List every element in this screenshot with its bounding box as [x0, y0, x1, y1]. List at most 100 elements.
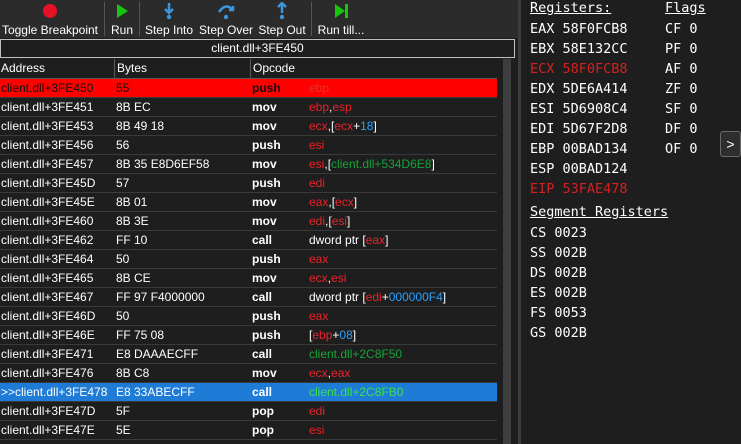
- table-row[interactable]: client.dll+3FE457 8B 35 E8D6EF58 mov esi,[c…: [0, 155, 497, 174]
- table-row[interactable]: client.dll+3FE46E FF 75 08 push [ebp+08]: [0, 326, 497, 345]
- table-row[interactable]: client.dll+3FE467 FF 97 F4000000 call dword…: [0, 288, 497, 307]
- flag-value[interactable]: ZF 0: [665, 81, 698, 97]
- row-opcode: mov: [252, 100, 277, 114]
- column-opcode[interactable]: Opcode: [253, 61, 295, 75]
- flag-value[interactable]: PF 0: [665, 41, 698, 57]
- table-row[interactable]: client.dll+3FE462 FF 10 call dword ptr [eax…: [0, 231, 497, 250]
- table-row[interactable]: client.dll+3FE450 55 push ebp: [0, 79, 497, 98]
- register-value[interactable]: ECX 58F0FCB8: [530, 61, 628, 77]
- register-value[interactable]: EAX 58F0FCB8: [530, 21, 628, 37]
- segment-register-value: SS 002B: [530, 245, 587, 261]
- operand-token: eax: [309, 195, 329, 209]
- registers-heading: Registers:: [530, 0, 612, 16]
- column-divider[interactable]: [114, 59, 115, 79]
- column-divider[interactable]: [250, 59, 251, 79]
- operand-token: 08: [339, 328, 353, 342]
- operand-token: 000000F4: [388, 290, 443, 304]
- row-opcode: mov: [252, 214, 277, 228]
- segment-register-value: ES 002B: [530, 285, 587, 301]
- table-row[interactable]: client.dll+3FE465 8B CE mov ecx,esi: [0, 269, 497, 288]
- operand-token: ecx: [309, 366, 328, 380]
- row-bytes: 57: [116, 176, 130, 190]
- row-opcode: mov: [252, 271, 277, 285]
- run-button[interactable]: Run: [108, 0, 136, 38]
- row-operands: ecx,esi: [309, 271, 346, 285]
- register-value[interactable]: EDX 5DE6A414: [530, 81, 628, 97]
- operand-token: ecx: [334, 119, 354, 133]
- disassembly-scrollbar[interactable]: [500, 59, 514, 444]
- row-address: client.dll+3FE45D: [1, 176, 96, 190]
- toggle-breakpoint-button[interactable]: Toggle Breakpoint: [0, 0, 100, 38]
- segment-registers-heading: Segment Registers: [530, 204, 669, 220]
- toolbar-separator: [311, 2, 312, 36]
- table-row[interactable]: client.dll+3FE453 8B 49 18 mov ecx,[ecx+18]: [0, 117, 497, 136]
- table-row[interactable]: client.dll+3FE456 56 push esi: [0, 136, 497, 155]
- operand-token: esi: [309, 157, 325, 171]
- scrollbar-thumb[interactable]: [503, 59, 511, 444]
- row-operands: client.dll+2C8FB0: [309, 385, 403, 399]
- column-address[interactable]: Address: [1, 61, 45, 75]
- flag-value[interactable]: AF 0: [665, 61, 698, 77]
- row-operands: dword ptr [eax]: [309, 233, 388, 247]
- operand-token: client.dll+2C8F50: [309, 347, 403, 361]
- row-address: client.dll+3FE47D: [1, 404, 96, 418]
- row-address: client.dll+3FE46D: [1, 309, 96, 323]
- step-into-button[interactable]: Step Into: [143, 0, 195, 38]
- row-opcode: mov: [252, 157, 277, 171]
- operand-token: eax: [309, 309, 329, 323]
- register-value[interactable]: EDI 5D67F2D8: [530, 121, 628, 137]
- row-operands: eax: [309, 252, 328, 266]
- table-row[interactable]: client.dll+3FE476 8B C8 mov ecx,eax: [0, 364, 497, 383]
- row-address: client.dll+3FE462: [1, 233, 94, 247]
- table-row[interactable]: client.dll+3FE460 8B 3E mov edi,[esi]: [0, 212, 497, 231]
- step-out-button[interactable]: Step Out: [257, 0, 307, 38]
- row-bytes: 5E: [116, 423, 131, 437]
- table-row[interactable]: client.dll+3FE45E 8B 01 mov eax,[ecx]: [0, 193, 497, 212]
- column-bytes[interactable]: Bytes: [117, 61, 147, 75]
- step-into-label: Step Into: [144, 23, 194, 37]
- register-value[interactable]: EIP 53FAE478: [530, 181, 628, 197]
- step-over-button[interactable]: Step Over: [198, 0, 254, 38]
- operand-token: eax: [309, 252, 329, 266]
- operand-token: ]: [352, 328, 357, 342]
- table-row[interactable]: client.dll+3FE46D 50 push eax: [0, 307, 497, 326]
- row-address: client.dll+3FE467: [1, 290, 94, 304]
- table-row[interactable]: client.dll+3FE471 E8 DAAAECFF call client.d…: [0, 345, 497, 364]
- step-into-icon: [164, 3, 174, 20]
- table-row[interactable]: >>client.dll+3FE478 E8 33ABECFF call client…: [0, 383, 497, 402]
- operand-token: edi: [309, 214, 326, 228]
- register-value[interactable]: ESP 00BAD124: [530, 161, 628, 177]
- operand-token: dword ptr: [309, 233, 363, 247]
- operand-token: esi: [331, 214, 348, 228]
- run-till-label: Run till...: [317, 23, 365, 37]
- row-address: client.dll+3FE465: [1, 271, 94, 285]
- row-operands: esi,[client.dll+534D6E8]: [309, 157, 435, 171]
- table-row[interactable]: client.dll+3FE45D 57 push edi: [0, 174, 497, 193]
- flag-value[interactable]: CF 0: [665, 21, 698, 37]
- table-row[interactable]: client.dll+3FE464 50 push eax: [0, 250, 497, 269]
- row-operands: dword ptr [edi+000000F4]: [309, 290, 446, 304]
- expand-panel-button[interactable]: >: [720, 131, 741, 157]
- register-value[interactable]: EBP 00BAD134: [530, 141, 628, 157]
- register-value[interactable]: ESI 5D6908C4: [530, 101, 628, 117]
- operand-token: ebp: [309, 100, 330, 114]
- row-bytes: 8B EC: [116, 100, 151, 114]
- operand-token: ]: [353, 195, 358, 209]
- flag-value[interactable]: SF 0: [665, 101, 698, 117]
- table-row[interactable]: client.dll+3FE47E 5E pop esi: [0, 421, 497, 440]
- row-bytes: 50: [116, 252, 130, 266]
- table-row[interactable]: client.dll+3FE47D 5F pop edi: [0, 402, 497, 421]
- table-row[interactable]: client.dll+3FE451 8B EC mov ebp,esp: [0, 98, 497, 117]
- row-opcode: call: [252, 347, 273, 361]
- flag-value[interactable]: DF 0: [665, 121, 698, 137]
- row-opcode: call: [252, 233, 273, 247]
- register-value[interactable]: EBX 58E132CC: [530, 41, 628, 57]
- operand-token: esi: [309, 423, 325, 437]
- row-opcode: pop: [252, 423, 274, 437]
- row-operands: eax,[ecx]: [309, 195, 357, 209]
- flag-value[interactable]: OF 0: [665, 141, 698, 157]
- run-till-button[interactable]: Run till...: [315, 0, 367, 38]
- toggle-breakpoint-label: Toggle Breakpoint: [1, 23, 99, 37]
- step-over-icon: [217, 5, 235, 20]
- row-opcode: mov: [252, 195, 277, 209]
